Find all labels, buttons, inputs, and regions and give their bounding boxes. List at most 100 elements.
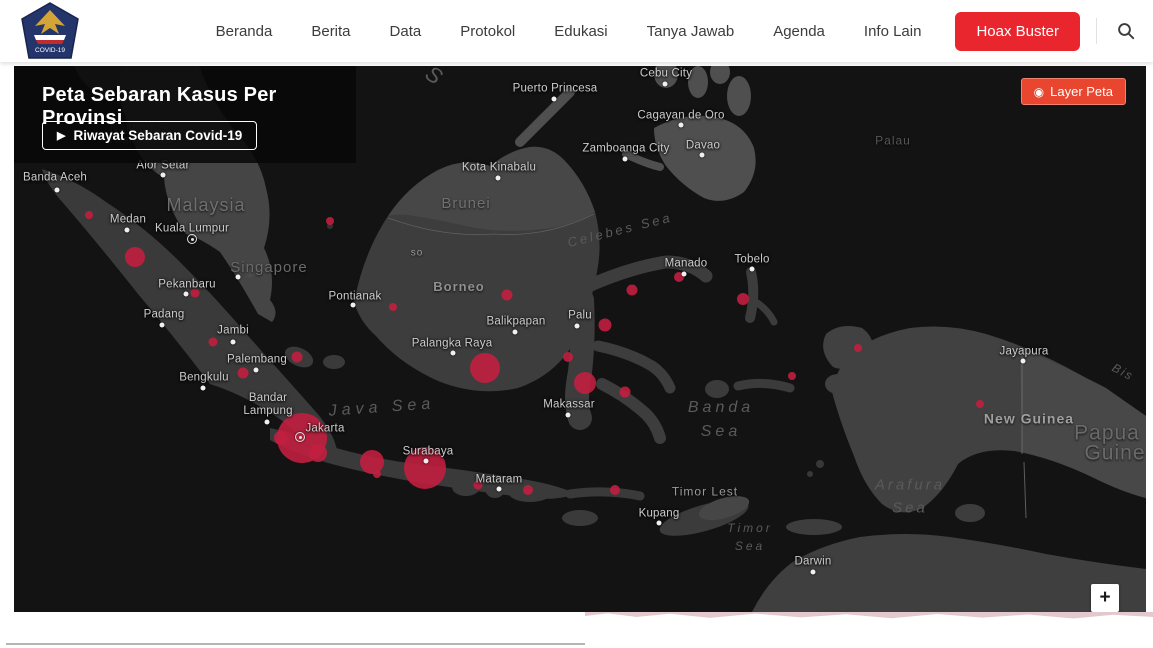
sea-label-s: S <box>419 66 450 93</box>
nav-item-agenda[interactable]: Agenda <box>773 23 825 40</box>
case-marker[interactable] <box>209 338 218 347</box>
city-label-medan: Medan <box>110 213 146 226</box>
case-marker[interactable] <box>854 344 862 352</box>
region-label-guine: Guine <box>1084 441 1145 464</box>
history-sebaran-button[interactable]: ▶ Riwayat Sebaran Covid-19 <box>42 121 257 150</box>
covid19-taskforce-logo[interactable]: COVID-19 <box>14 2 86 60</box>
city-dot-palu <box>575 324 580 329</box>
city-label-jayapura: Jayapura <box>1000 345 1049 358</box>
city-dot-cagayan-de-oro <box>679 123 684 128</box>
city-label-davao: Davao <box>686 139 720 152</box>
nav-item-protokol[interactable]: Protokol <box>460 23 515 40</box>
case-marker[interactable] <box>788 372 796 380</box>
city-dot-singapore <box>236 275 241 280</box>
sea-label-bis: Bis <box>1109 359 1137 386</box>
city-dot-balikpapan <box>513 330 518 335</box>
sea-label-timor-sea: Timor Sea <box>727 519 773 555</box>
layer-peta-button[interactable]: ◉ Layer Peta <box>1021 78 1126 105</box>
capital-icon-kuala-lumpur <box>187 234 197 244</box>
city-dot-bandar-lampung <box>265 420 270 425</box>
page-below-map <box>0 612 1153 648</box>
city-label-makassar: Makassar <box>543 398 594 411</box>
case-marker[interactable] <box>737 293 749 305</box>
city-label-palu: Palu <box>568 309 592 322</box>
sea-label-celebes-sea: Celebes Sea <box>566 208 675 253</box>
layers-bullseye-icon: ◉ <box>1034 86 1044 98</box>
case-marker[interactable] <box>326 217 334 225</box>
map-title-panel: Peta Sebaran Kasus Per Provinsi ▶ Riwaya… <box>14 66 356 163</box>
case-marker[interactable] <box>238 368 249 379</box>
city-dot-kota-kinabalu <box>496 176 501 181</box>
city-dot-alor-setar <box>161 173 166 178</box>
case-marker[interactable] <box>523 485 533 495</box>
city-label-palangka-raya: Palangka Raya <box>412 337 493 350</box>
city-label-palembang: Palembang <box>227 353 287 366</box>
case-marker[interactable] <box>360 450 384 474</box>
city-dot-puerto-princesa <box>552 97 557 102</box>
sea-label-arafura-sea: Arafura Sea <box>875 475 945 520</box>
region-label-papua: Papua <box>1074 421 1140 444</box>
city-dot-bengkulu <box>201 386 206 391</box>
city-dot-medan <box>125 228 130 233</box>
city-label-kota-kinabalu: Kota Kinabalu <box>462 161 536 174</box>
city-label-banda-aceh: Banda Aceh <box>23 171 87 184</box>
nav-item-data[interactable]: Data <box>390 23 422 40</box>
case-marker[interactable] <box>191 289 200 298</box>
city-dot-kupang <box>657 521 662 526</box>
nav-item-beranda[interactable]: Beranda <box>216 23 273 40</box>
city-dot-manado <box>682 272 687 277</box>
case-marker[interactable] <box>404 447 446 489</box>
case-marker[interactable] <box>292 352 303 363</box>
history-button-label: Riwayat Sebaran Covid-19 <box>73 128 242 143</box>
case-marker[interactable] <box>389 303 397 311</box>
city-label-bandar-lampung: Bandar Lampung <box>243 392 292 418</box>
sea-label-java-sea: Java Sea <box>328 392 436 423</box>
case-marker[interactable] <box>610 485 620 495</box>
case-marker[interactable] <box>574 372 596 394</box>
case-marker[interactable] <box>502 290 513 301</box>
search-icon[interactable] <box>1111 16 1141 46</box>
case-marker[interactable] <box>474 481 483 490</box>
case-marker[interactable] <box>125 247 145 267</box>
city-label-padang: Padang <box>144 308 185 321</box>
case-marker[interactable] <box>620 387 631 398</box>
nav-item-berita[interactable]: Berita <box>311 23 350 40</box>
case-marker[interactable] <box>976 400 984 408</box>
nav-divider <box>1096 18 1097 44</box>
hoax-buster-button[interactable]: Hoax Buster <box>955 12 1080 51</box>
city-label-pontianak: Pontianak <box>329 290 382 303</box>
city-label-mataram: Mataram <box>476 473 523 486</box>
case-marker[interactable] <box>599 319 612 332</box>
nav-item-info-lain[interactable]: Info Lain <box>864 23 922 40</box>
city-dot-cebu-city <box>663 82 668 87</box>
capital-icon-jakarta <box>295 432 305 442</box>
region-label-palau: Palau <box>875 134 911 147</box>
case-marker[interactable] <box>563 352 573 362</box>
top-navbar: COVID-19 Beranda Berita Data Protokol Edukas… <box>0 0 1153 62</box>
case-marker[interactable] <box>274 431 288 445</box>
covid-distribution-map[interactable]: Banda AcehAlor SetarMedanKuala LumpurPek… <box>14 66 1146 612</box>
region-label-so: so <box>411 248 424 259</box>
case-marker[interactable] <box>309 444 327 462</box>
city-label-manado: Manado <box>665 257 708 270</box>
nav-item-edukasi[interactable]: Edukasi <box>554 23 607 40</box>
city-label-tobelo: Tobelo <box>734 253 769 266</box>
region-label-new-guinea: New Guinea <box>984 411 1074 426</box>
city-dot-davao <box>700 153 705 158</box>
city-label-darwin: Darwin <box>795 555 832 568</box>
city-dot-pekanbaru <box>184 292 189 297</box>
city-label-jambi: Jambi <box>217 324 249 337</box>
map-zoom-in-button[interactable]: + <box>1091 584 1119 612</box>
case-marker[interactable] <box>373 470 381 478</box>
city-dot-darwin <box>811 570 816 575</box>
city-dot-mataram <box>497 487 502 492</box>
case-marker[interactable] <box>85 211 93 219</box>
case-marker[interactable] <box>627 285 638 296</box>
city-label-bengkulu: Bengkulu <box>179 371 229 384</box>
region-label-malaysia: Malaysia <box>166 196 245 216</box>
nav-item-tanya-jawab[interactable]: Tanya Jawab <box>647 23 735 40</box>
play-icon: ▶ <box>57 129 65 142</box>
map-bottom-fringe <box>585 612 1153 621</box>
city-label-kupang: Kupang <box>639 507 680 520</box>
case-marker[interactable] <box>470 353 500 383</box>
